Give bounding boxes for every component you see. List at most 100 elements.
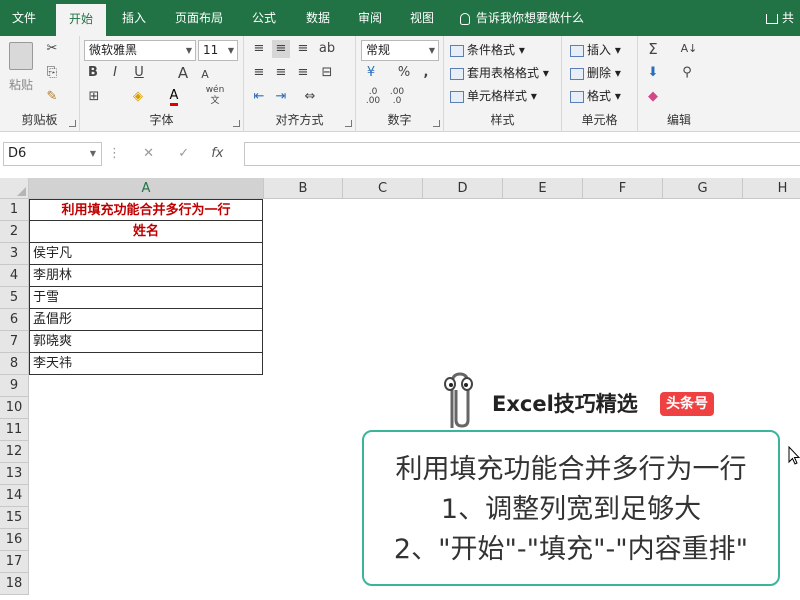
number-format-select[interactable]: 常规 ▼ <box>361 40 439 61</box>
table-row[interactable]: 孟倡彤 <box>29 309 263 331</box>
column-header-d[interactable]: D <box>423 178 503 199</box>
name-box[interactable]: D6 ▼ <box>3 142 102 166</box>
row-header[interactable]: 18 <box>0 573 29 595</box>
delete-cells-button[interactable]: 删除 ▾ <box>570 64 621 82</box>
shrink-font-button[interactable]: A <box>198 66 212 84</box>
wrap-text-icon[interactable]: ⊟ <box>318 64 336 82</box>
alignment-launcher-icon[interactable] <box>345 120 352 127</box>
row-header[interactable]: 3 <box>0 243 29 265</box>
cut-icon[interactable]: ✂ <box>44 40 60 58</box>
font-size-select[interactable]: 11 ▼ <box>198 40 238 61</box>
find-select-icon[interactable]: ⚲ <box>678 64 696 82</box>
row-header[interactable]: 15 <box>0 507 29 529</box>
cancel-icon[interactable]: ✕ <box>143 146 154 161</box>
fill-icon[interactable]: ⬇ <box>644 64 662 82</box>
conditional-formatting-button[interactable]: 条件格式 ▾ <box>450 41 525 59</box>
format-as-table-button[interactable]: 套用表格格式 ▾ <box>450 64 549 82</box>
align-middle-icon[interactable]: ≡ <box>272 40 290 58</box>
format-painter-icon[interactable]: ✎ <box>44 88 60 106</box>
row-header[interactable]: 4 <box>0 265 29 287</box>
tab-formulas[interactable]: 公式 <box>240 0 288 36</box>
underline-button[interactable]: U <box>132 64 146 82</box>
align-top-icon[interactable]: ≡ <box>250 40 268 58</box>
column-header-e[interactable]: E <box>503 178 583 199</box>
bold-button[interactable]: B <box>86 64 100 82</box>
tab-review[interactable]: 审阅 <box>346 0 394 36</box>
percent-button[interactable]: % <box>396 64 412 82</box>
format-cells-button[interactable]: 格式 ▾ <box>570 87 621 105</box>
column-header-h[interactable]: H <box>743 178 800 199</box>
fill-color-icon[interactable]: ◈ <box>130 88 146 106</box>
italic-button[interactable]: I <box>108 64 122 82</box>
tab-home[interactable]: 开始 <box>56 4 106 36</box>
tab-data[interactable]: 数据 <box>294 0 342 36</box>
row-header[interactable]: 14 <box>0 485 29 507</box>
phonetic-icon[interactable]: wén 文 <box>204 85 226 107</box>
row-header[interactable]: 9 <box>0 375 29 397</box>
border-icon[interactable]: ⊞ <box>86 88 102 106</box>
currency-icon[interactable]: ¥ <box>362 64 380 82</box>
align-right-icon[interactable]: ≡ <box>294 64 312 82</box>
increase-decimal-icon[interactable]: .0.00 <box>362 88 384 106</box>
row-header[interactable]: 8 <box>0 353 29 375</box>
row-header[interactable]: 16 <box>0 529 29 551</box>
row-header[interactable]: 10 <box>0 397 29 419</box>
font-name-select[interactable]: 微软雅黑 ▼ <box>84 40 196 61</box>
tell-me-search[interactable]: 告诉我你想要做什么 <box>460 0 584 36</box>
row-header[interactable]: 5 <box>0 287 29 309</box>
align-bottom-icon[interactable]: ≡ <box>294 40 312 58</box>
comma-button[interactable]: , <box>418 64 434 82</box>
column-header-g[interactable]: G <box>663 178 743 199</box>
row-header[interactable]: 6 <box>0 309 29 331</box>
cell-a2-header[interactable]: 姓名 <box>29 221 263 243</box>
number-launcher-icon[interactable] <box>433 120 440 127</box>
clipboard-launcher-icon[interactable] <box>69 120 76 127</box>
tab-insert[interactable]: 插入 <box>110 0 158 36</box>
sort-filter-icon[interactable]: A↓ <box>678 40 700 58</box>
row-header[interactable]: 17 <box>0 551 29 573</box>
tab-file[interactable]: 文件 <box>0 0 48 36</box>
format-as-table-icon <box>450 67 464 80</box>
insert-function-icon[interactable]: fx <box>211 146 223 161</box>
share-button[interactable]: 共 <box>766 0 794 36</box>
table-row[interactable]: 郭晓爽 <box>29 331 263 353</box>
enter-icon[interactable]: ✓ <box>178 146 189 161</box>
cell-a1-title[interactable]: 利用填充功能合并多行为一行 <box>29 199 263 221</box>
autosum-icon[interactable]: Σ <box>644 40 662 58</box>
align-center-icon[interactable]: ≡ <box>272 64 290 82</box>
column-header-f[interactable]: F <box>583 178 663 199</box>
copy-icon[interactable]: ⎘ <box>44 64 60 82</box>
row-header[interactable]: 13 <box>0 463 29 485</box>
table-row[interactable]: 李天祎 <box>29 353 263 375</box>
insert-cells-button[interactable]: 插入 ▾ <box>570 41 621 59</box>
clear-icon[interactable]: ◆ <box>644 88 662 106</box>
paste-button[interactable]: 粘贴 <box>4 40 38 100</box>
decrease-indent-icon[interactable]: ⇤ <box>250 88 268 106</box>
table-row[interactable]: 侯宇凡 <box>29 243 263 265</box>
orientation-icon[interactable]: ab <box>318 40 336 58</box>
row-header[interactable]: 12 <box>0 441 29 463</box>
grow-font-button[interactable]: A <box>176 64 190 82</box>
increase-indent-icon[interactable]: ⇥ <box>272 88 290 106</box>
cell-styles-button[interactable]: 单元格样式 ▾ <box>450 87 537 105</box>
align-left-icon[interactable]: ≡ <box>250 64 268 82</box>
row-header[interactable]: 7 <box>0 331 29 353</box>
merge-center-icon[interactable]: ⇔ <box>300 88 320 106</box>
row-header[interactable]: 1 <box>0 199 29 221</box>
row-header[interactable]: 2 <box>0 221 29 243</box>
select-all-button[interactable] <box>0 178 29 199</box>
font-color-icon[interactable]: A <box>166 87 182 106</box>
lightbulb-icon <box>460 12 470 25</box>
tab-view[interactable]: 视图 <box>398 0 446 36</box>
formula-input[interactable] <box>244 142 800 166</box>
column-header-c[interactable]: C <box>343 178 423 199</box>
share-label: 共 <box>782 11 795 25</box>
row-header[interactable]: 11 <box>0 419 29 441</box>
table-row[interactable]: 于雪 <box>29 287 263 309</box>
tab-page-layout[interactable]: 页面布局 <box>164 0 234 36</box>
decrease-decimal-icon[interactable]: .00.0 <box>386 88 408 106</box>
font-launcher-icon[interactable] <box>233 120 240 127</box>
column-header-b[interactable]: B <box>264 178 343 199</box>
table-row[interactable]: 李朋林 <box>29 265 263 287</box>
column-header-a[interactable]: A <box>29 178 264 199</box>
